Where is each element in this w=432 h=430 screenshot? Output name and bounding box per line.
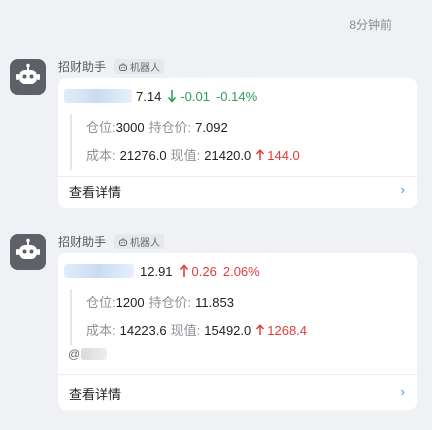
position-info: 仓位:1200 持仓价: 11.853 成本: 14223.6 现值: 15492.0 12…: [70, 289, 307, 345]
cost-row: 成本: 14223.6 现值: 15492.0 1268.4: [86, 317, 307, 345]
stock-quote-line: 7.14 -0.01 -0.14%: [64, 86, 257, 106]
sender-row: 招财助手 机器人: [58, 58, 165, 75]
stock-quote-line: 12.91 0.26 2.06%: [64, 261, 260, 281]
position-row: 仓位:1200 持仓价: 11.853: [86, 289, 307, 317]
bot-badge: 机器人: [114, 59, 165, 74]
mention-name-redacted: [81, 348, 108, 360]
stock-change-value: 0.26: [191, 263, 217, 279]
stock-change-pct: -0.14%: [215, 88, 258, 104]
view-details-link[interactable]: 查看详情: [69, 182, 121, 201]
stock-card: 7.14 -0.01 -0.14% 仓位:3000 持仓价: 7.092 成本: 21…: [58, 78, 417, 208]
sender-name[interactable]: 招财助手: [58, 233, 106, 250]
view-details-link[interactable]: 查看详情: [69, 384, 121, 403]
qty-value: 1200: [115, 295, 145, 310]
mention-at: @: [68, 347, 81, 361]
robot-small-icon: [119, 62, 128, 71]
stock-card: 12.91 0.26 2.06% 仓位:1200 持仓价: 11.853 成本: 14…: [58, 253, 417, 410]
qty-label: 仓位:: [86, 120, 116, 135]
sender-name[interactable]: 招财助手: [58, 58, 106, 75]
stock-change-pct: 2.06%: [222, 263, 260, 279]
robot-avatar-icon[interactable]: [10, 234, 46, 270]
value-label: 现值:: [170, 148, 201, 163]
card-divider: [58, 374, 417, 375]
stock-change: -0.01 -0.14%: [167, 89, 257, 104]
chevron-right-icon[interactable]: ›: [401, 384, 405, 399]
position-row: 仓位:3000 持仓价: 7.092: [86, 114, 300, 142]
current-value: 21420.0: [204, 148, 252, 163]
sender-row: 招财助手 机器人: [58, 233, 165, 250]
bot-badge-label: 机器人: [130, 63, 161, 74]
pnl: 144.0: [255, 148, 300, 163]
current-value: 15492.0: [204, 323, 252, 338]
message-timestamp: 8分钟前: [349, 18, 392, 32]
pnl: 1268.4: [255, 323, 307, 338]
cost-row: 成本: 21276.0 现值: 21420.0 144.0: [86, 142, 300, 170]
cost-price-label: 持仓价:: [148, 295, 192, 310]
cost-value: 21276.0: [119, 148, 167, 163]
qty-label: 仓位:: [86, 295, 116, 310]
stock-price: 7.14: [136, 88, 162, 104]
stock-name-redacted: [64, 89, 132, 103]
chevron-right-icon[interactable]: ›: [401, 182, 405, 197]
value-label: 现值:: [170, 323, 201, 338]
pnl-value: 1268.4: [267, 323, 308, 338]
mention[interactable]: @: [68, 347, 108, 361]
bot-badge-label: 机器人: [130, 238, 161, 249]
cost-price-label: 持仓价:: [148, 120, 192, 135]
stock-change-value: -0.01: [180, 88, 210, 104]
bot-badge: 机器人: [114, 234, 165, 249]
up-arrow-icon: [179, 264, 189, 278]
down-arrow-icon: [167, 89, 177, 103]
position-info: 仓位:3000 持仓价: 7.092 成本: 21276.0 现值: 21420.0 144…: [70, 114, 300, 170]
card-divider: [58, 176, 417, 177]
up-arrow-icon: [256, 149, 265, 160]
cost-price-value: 11.853: [195, 295, 234, 310]
cost-label: 成本:: [86, 323, 116, 338]
qty-value: 3000: [115, 120, 145, 135]
pnl-value: 144.0: [267, 148, 300, 163]
up-arrow-icon: [256, 324, 265, 335]
stock-name-redacted: [64, 264, 134, 278]
cost-value: 14223.6: [119, 323, 167, 338]
stock-change: 0.26 2.06%: [179, 264, 260, 279]
stock-price: 12.91: [140, 263, 173, 279]
robot-small-icon: [119, 237, 128, 246]
cost-label: 成本:: [86, 148, 116, 163]
cost-price-value: 7.092: [195, 120, 228, 135]
robot-avatar-icon[interactable]: [10, 59, 46, 95]
